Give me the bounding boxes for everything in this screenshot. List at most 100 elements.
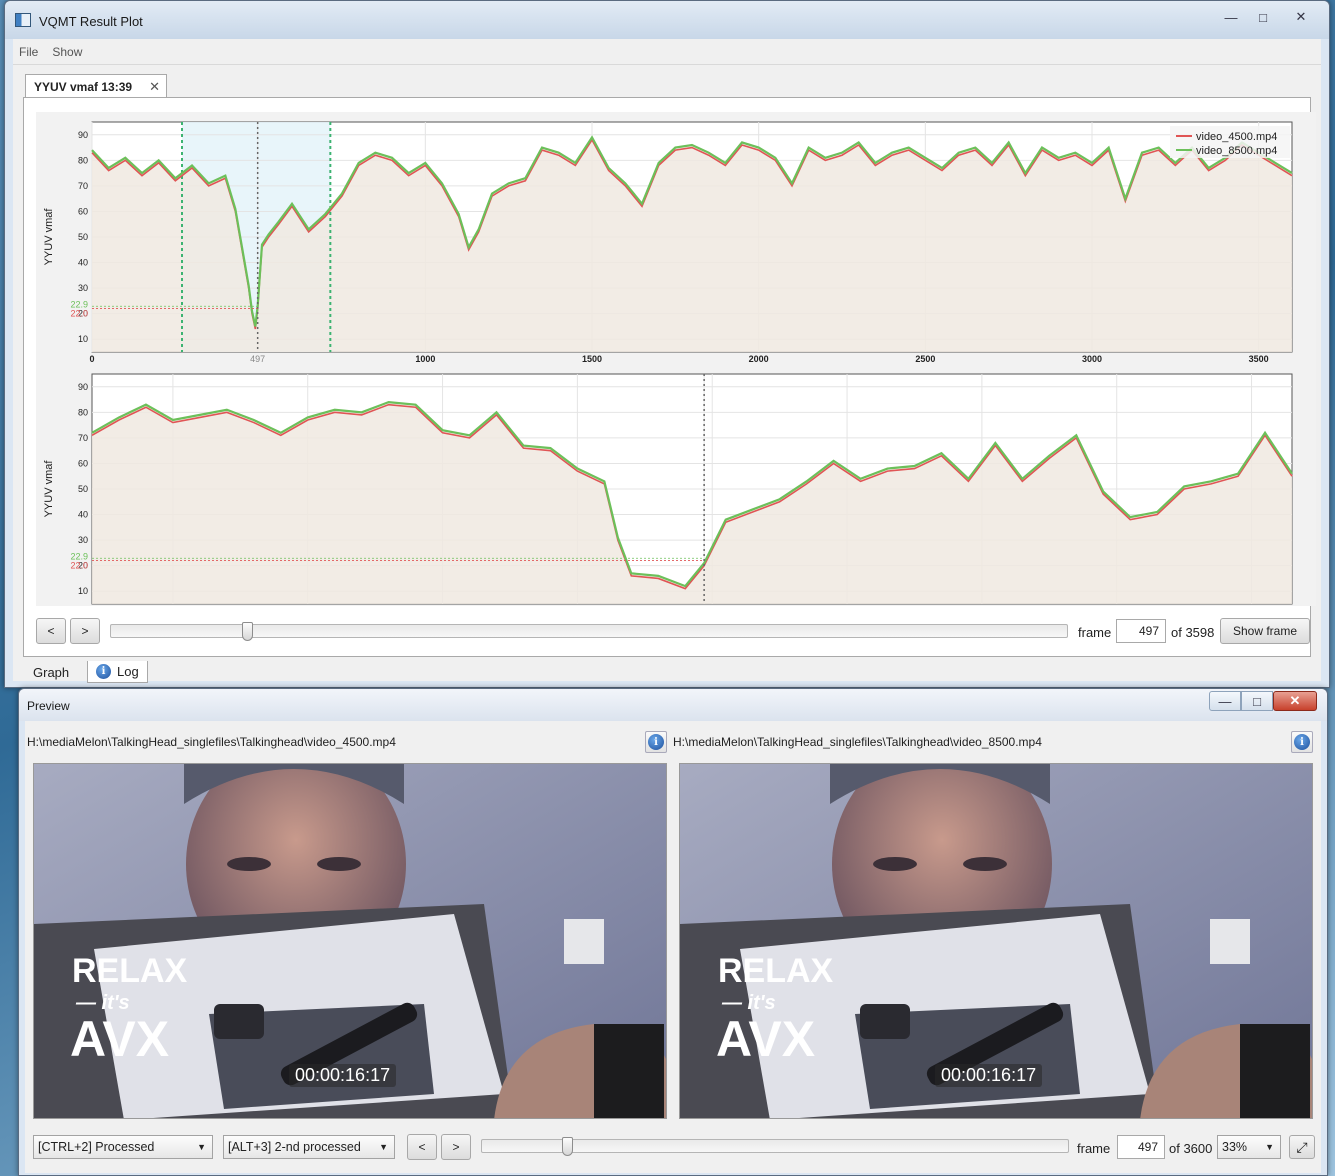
chevron-down-icon: ▼ <box>197 1142 206 1152</box>
title-bar[interactable]: VQMT Result Plot — □ ✕ <box>5 1 1329 39</box>
close-button[interactable]: ✕ <box>1279 7 1323 27</box>
relax-text: RELAX <box>72 952 188 990</box>
menu-file[interactable]: File <box>19 45 38 59</box>
chevron-down-icon: ▼ <box>1265 1142 1274 1152</box>
menu-bar: File Show <box>13 39 1321 65</box>
main-client-area: YYUV vmaf 13:39 ✕ 90 80 70 60 50 40 30 20 10 0 497… <box>13 65 1321 683</box>
right-mode-select[interactable]: [ALT+3] 2-nd processed ▼ <box>223 1135 395 1159</box>
legend-entry: video_4500.mp4 <box>1196 131 1277 143</box>
y-tick-label: 90 <box>78 130 88 140</box>
close-tab-icon[interactable]: ✕ <box>149 79 160 95</box>
y-tick-label: 60 <box>78 458 88 468</box>
show-frame-button[interactable]: Show frame <box>1220 618 1310 644</box>
y-tick-label: 70 <box>78 181 88 191</box>
preview-prev-button[interactable]: < <box>407 1134 437 1160</box>
x-tick-label: 1500 <box>582 354 602 364</box>
app-icon <box>15 13 31 27</box>
maximize-button[interactable]: □ <box>1247 7 1279 27</box>
left-info-button[interactable]: i <box>645 731 667 753</box>
marker-value-label: 22.0 <box>70 309 88 319</box>
plot-controls: < > frame 497 of 3598 Show frame <box>24 618 1310 648</box>
y-tick-label: 60 <box>78 206 88 216</box>
tab-label: YYUV vmaf 13:39 <box>34 79 133 94</box>
y-axis-label: YYUV vmaf <box>43 208 55 266</box>
y-tick-label: 10 <box>78 334 88 344</box>
tab-graph[interactable]: Graph <box>25 661 77 683</box>
preview-maximize-button[interactable]: □ <box>1241 691 1273 711</box>
left-mode-value: [CTRL+2] Processed <box>38 1140 155 1154</box>
avx-text: AVX <box>70 1011 169 1067</box>
right-video-frame[interactable]: RELAX — it's AVX 00:00:16:17 <box>679 763 1313 1119</box>
right-timestamp: 00:00:16:17 <box>935 1064 1043 1087</box>
left-mode-select[interactable]: [CTRL+2] Processed ▼ <box>33 1135 213 1159</box>
y-tick-label: 30 <box>78 283 88 293</box>
y-tick-label: 10 <box>78 586 88 596</box>
y-tick-label: 40 <box>78 510 88 520</box>
x-tick-label: 3500 <box>1249 354 1269 364</box>
fullscreen-button[interactable]: ⤢ <box>1289 1135 1315 1159</box>
info-icon: i <box>96 664 111 679</box>
preview-frame-count: of 3600 <box>1169 1141 1213 1156</box>
left-timestamp: 00:00:16:17 <box>289 1064 397 1087</box>
plots-area: 90 80 70 60 50 40 30 20 10 0 497 1000 1500 2000 2500 30… <box>36 112 1316 616</box>
left-video-path: H:\mediaMelon\TalkingHead_singlefiles\Ta… <box>27 735 396 749</box>
menu-show[interactable]: Show <box>52 45 82 59</box>
x-tick-label: 2000 <box>749 354 769 364</box>
frame-label: frame <box>1078 625 1112 640</box>
right-video-path: H:\mediaMelon\TalkingHead_singlefiles\Ta… <box>673 735 1042 749</box>
window-title: VQMT Result Plot <box>39 14 143 29</box>
x-tick-label: 0 <box>89 354 94 364</box>
minimize-button[interactable]: — <box>1215 7 1247 27</box>
y-tick-label: 90 <box>78 382 88 392</box>
y-tick-label: 70 <box>78 433 88 443</box>
preview-frame-label: frame <box>1077 1141 1111 1156</box>
y-tick-label: 50 <box>78 232 88 242</box>
y-tick-label: 40 <box>78 258 88 268</box>
avx-text: AVX <box>716 1011 815 1067</box>
legend-entry: video_8500.mp4 <box>1196 145 1277 157</box>
chevron-down-icon: ▼ <box>379 1142 388 1152</box>
preview-frame-input[interactable]: 497 <box>1117 1135 1165 1159</box>
frame-slider[interactable] <box>110 622 1068 641</box>
preview-minimize-button[interactable]: — <box>1209 691 1241 711</box>
y-tick-label: 80 <box>78 407 88 417</box>
tab-log-label: Log <box>117 664 139 679</box>
info-icon: i <box>1294 734 1310 750</box>
zoom-value: 33% <box>1222 1140 1248 1154</box>
x-tick-label: 3000 <box>1082 354 1102 364</box>
next-frame-button[interactable]: > <box>70 618 100 644</box>
y-tick-label: 50 <box>78 484 88 494</box>
x-tick-label: 2500 <box>915 354 935 364</box>
preview-title-bar[interactable]: Preview — □ ✕ <box>19 689 1327 721</box>
fullscreen-icon: ⤢ <box>1296 1138 1308 1155</box>
slider-thumb[interactable] <box>241 622 253 641</box>
right-mode-value: [ALT+3] 2-nd processed <box>228 1140 361 1154</box>
preview-close-button[interactable]: ✕ <box>1273 691 1317 711</box>
preview-frame-slider[interactable] <box>481 1137 1069 1156</box>
prev-frame-button[interactable]: < <box>36 618 66 644</box>
y-tick-label: 30 <box>78 535 88 545</box>
frame-input[interactable]: 497 <box>1116 619 1166 643</box>
left-video-frame[interactable]: RELAX — it's AVX 00:00:16:17 <box>33 763 667 1119</box>
preview-window: Preview — □ ✕ H:\mediaMelon\TalkingHead_… <box>18 688 1328 1176</box>
graph-panel: 90 80 70 60 50 40 30 20 10 0 497 1000 1500 2000 2500 30… <box>23 97 1316 657</box>
tab-yyuv-vmaf[interactable]: YYUV vmaf 13:39 ✕ <box>25 74 167 98</box>
slider-thumb[interactable] <box>561 1137 573 1156</box>
result-plot-window: VQMT Result Plot — □ ✕ File Show YYUV vm… <box>4 0 1330 688</box>
preview-next-button[interactable]: > <box>441 1134 471 1160</box>
marker-value-label: 22.0 <box>70 561 88 571</box>
plots-svg[interactable]: 9080706050403020100 497 1000 1500 2000 2500 30… <box>36 112 1316 616</box>
info-icon: i <box>648 734 664 750</box>
right-info-button[interactable]: i <box>1291 731 1313 753</box>
y-tick-label: 80 <box>78 155 88 165</box>
preview-client-area: H:\mediaMelon\TalkingHead_singlefiles\Ta… <box>25 721 1321 1173</box>
relax-text: RELAX <box>718 952 834 990</box>
preview-title: Preview <box>27 699 70 713</box>
y-axis-label: YYUV vmaf <box>43 460 55 518</box>
frame-count-label: of 3598 <box>1171 625 1215 640</box>
x-tick-label: 1000 <box>415 354 435 364</box>
tab-graph-label: Graph <box>33 664 70 680</box>
zoom-select[interactable]: 33% ▼ <box>1217 1135 1281 1159</box>
x-tick-label: 497 <box>250 354 265 364</box>
tab-log[interactable]: i Log <box>87 661 148 683</box>
